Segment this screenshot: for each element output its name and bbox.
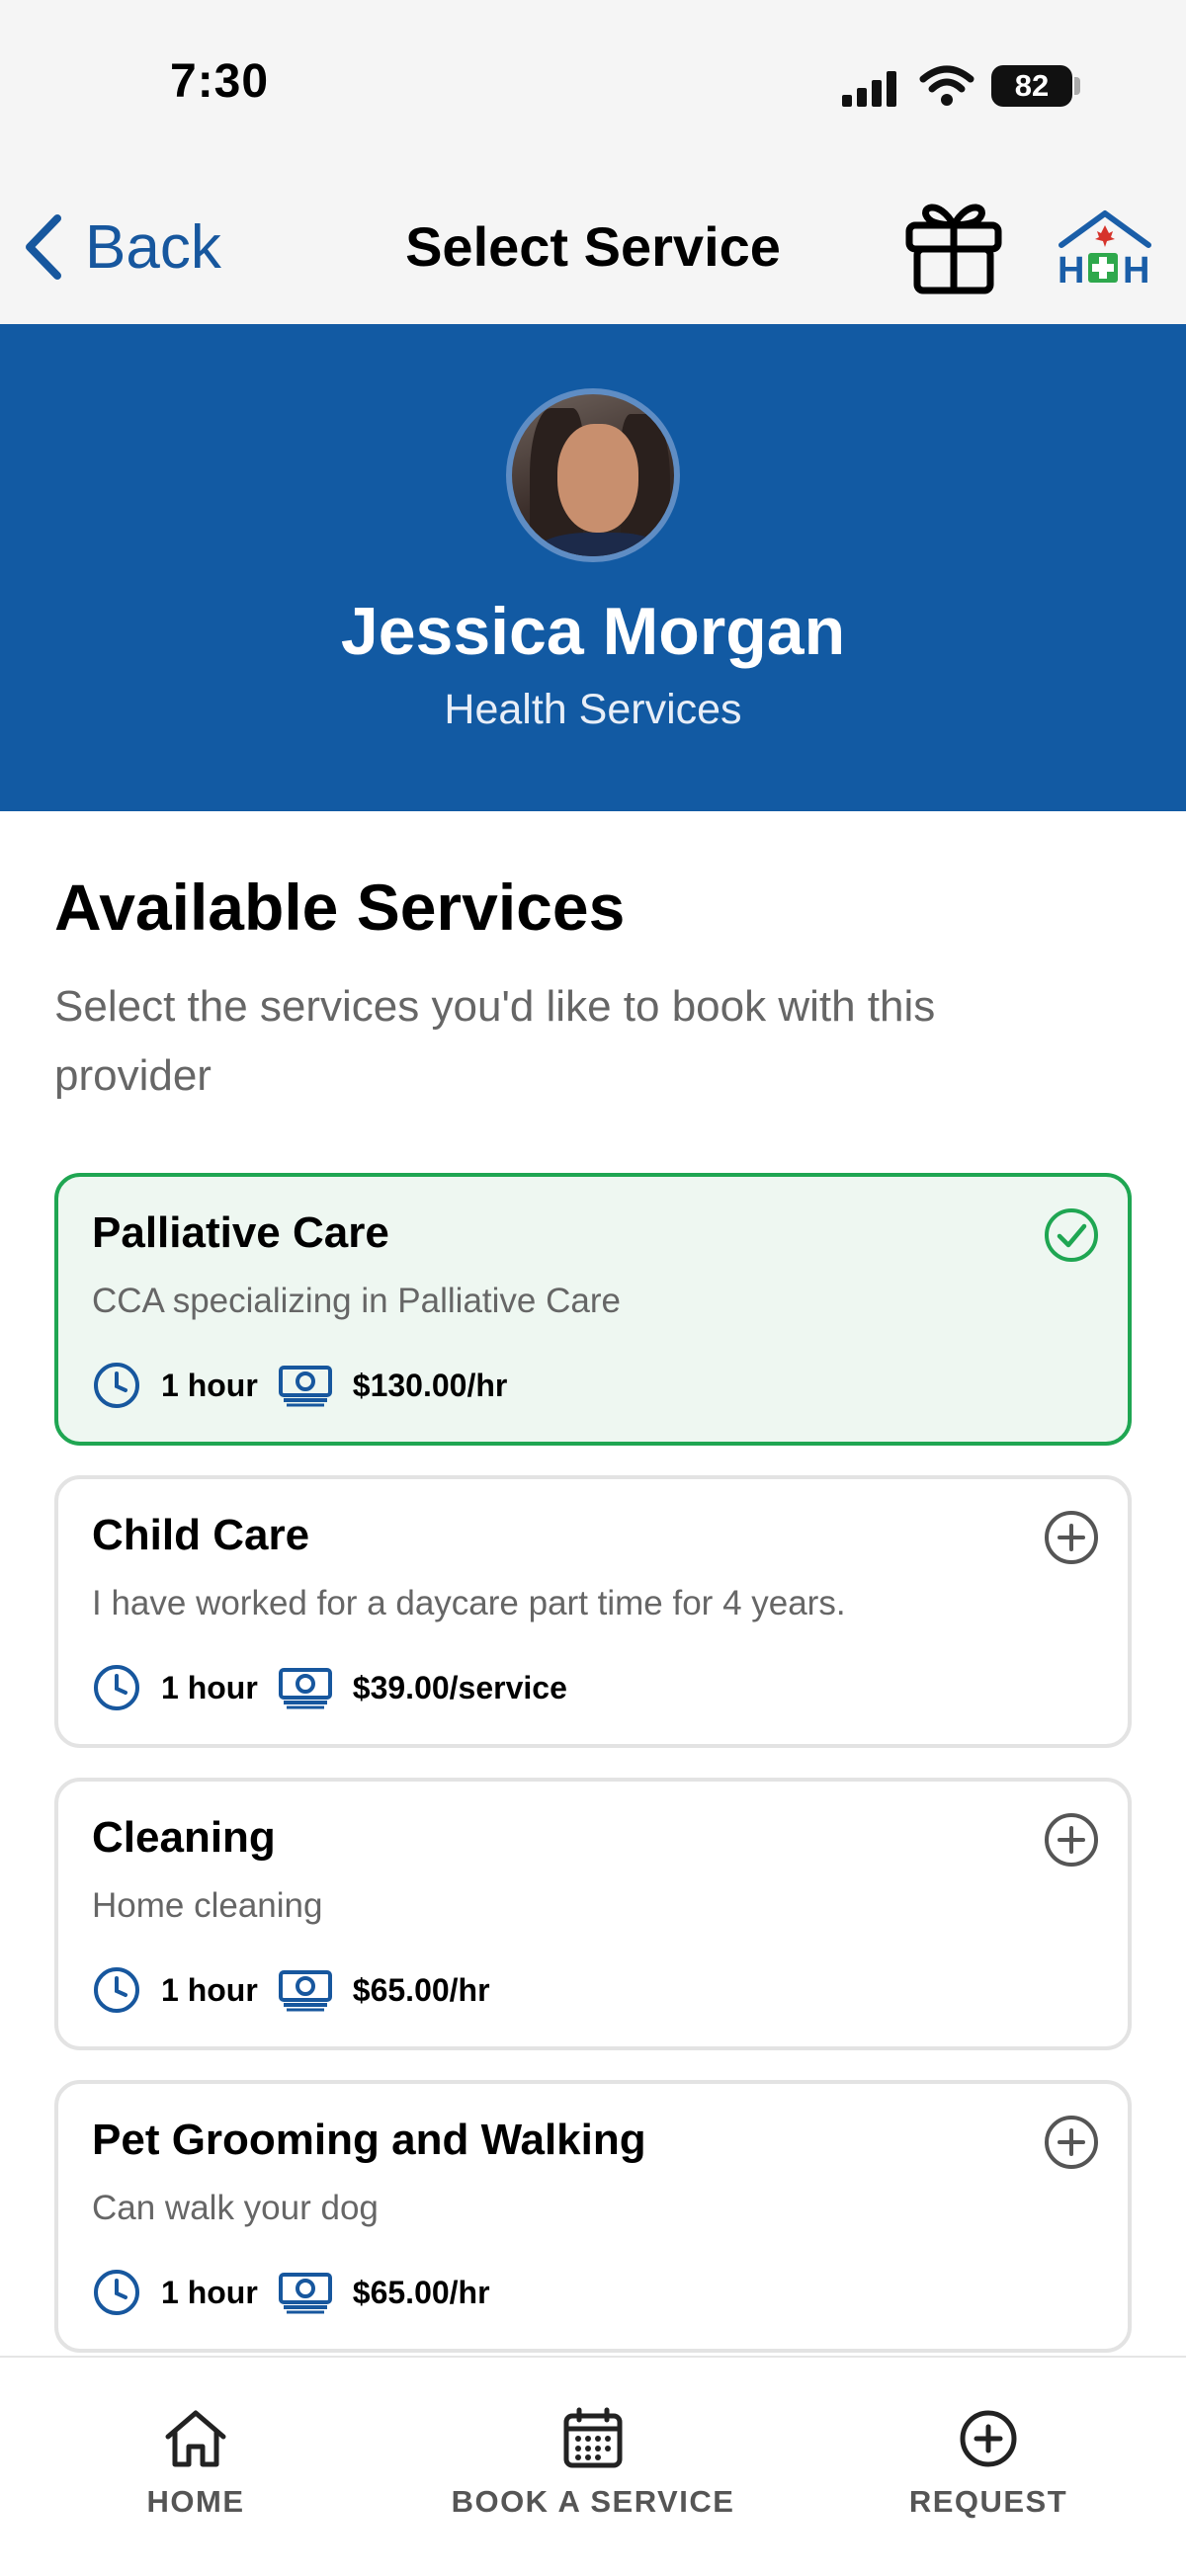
svg-text:H: H — [1123, 250, 1149, 287]
service-meta: 1 hour $65.00/hr — [92, 1963, 510, 2017]
clock-icon — [94, 1363, 139, 1408]
service-description: Can walk your dog — [92, 2189, 379, 2227]
battery-tip — [1074, 77, 1080, 95]
service-price: $130.00/hr — [352, 1367, 508, 1403]
clock-icon — [94, 1665, 139, 1710]
provider-category: Health Services — [444, 686, 742, 733]
page-title: Select Service — [405, 215, 781, 278]
money-icon — [278, 2273, 332, 2314]
tab-home[interactable]: HOME — [18, 2407, 374, 2520]
money-icon — [278, 1366, 332, 1407]
service-description: I have worked for a daycare part time fo… — [92, 1584, 846, 1622]
money-icon — [278, 1668, 332, 1709]
service-price: $65.00/hr — [352, 1971, 490, 2008]
service-meta: 1 hour $65.00/hr — [92, 2266, 510, 2319]
gift-button[interactable] — [899, 188, 1008, 296]
status-bar: 7:30 82 — [0, 0, 1186, 168]
provider-header: Jessica Morgan Health Services — [0, 324, 1186, 811]
service-card-cleaning[interactable]: Cleaning Home cleaning 1 hour $65.00/hr — [54, 1778, 1132, 2050]
home-health-logo: H H — [1058, 210, 1151, 291]
service-price: $39.00/service — [352, 1669, 567, 1705]
section-title: Available Services — [54, 871, 626, 944]
app-screen: 7:30 82 Back Select Service H H Jessica … — [0, 0, 1186, 2576]
service-title: Cleaning — [92, 1813, 276, 1862]
tab-label: HOME — [146, 2484, 245, 2519]
service-title: Child Care — [92, 1511, 310, 1559]
check-circle-icon[interactable] — [1043, 1206, 1100, 1264]
service-meta: 1 hour $130.00/hr — [92, 1359, 527, 1412]
service-duration: 1 hour — [161, 2274, 258, 2310]
back-button[interactable]: Back — [24, 208, 221, 287]
service-meta: 1 hour $39.00/service — [92, 1661, 587, 1714]
plus-circle-icon[interactable] — [1043, 2114, 1100, 2171]
app-logo: H H — [1056, 208, 1154, 291]
service-duration: 1 hour — [161, 1971, 258, 2008]
plus-circle-icon[interactable] — [1043, 1509, 1100, 1566]
money-icon — [278, 1970, 332, 2012]
tab-label: REQUEST — [908, 2484, 1068, 2519]
section-subtitle: Select the services you'd like to book w… — [54, 982, 936, 1100]
wifi-icon — [919, 65, 974, 106]
chevron-left-icon — [26, 214, 61, 280]
service-title: Palliative Care — [92, 1208, 389, 1257]
service-description: Home cleaning — [92, 1886, 323, 1925]
status-time: 7:30 — [170, 55, 270, 108]
gift-icon — [905, 204, 1002, 294]
plus-circle-icon — [960, 2410, 1017, 2467]
service-price: $65.00/hr — [352, 2274, 490, 2310]
service-description: CCA specializing in Palliative Care — [92, 1282, 621, 1320]
tab-book-a-service[interactable]: BOOK A SERVICE — [415, 2407, 771, 2520]
clock-icon — [94, 1967, 139, 2013]
calendar-icon — [563, 2407, 623, 2468]
tab-request[interactable]: REQUEST — [810, 2407, 1166, 2520]
bottom-tab-bar: HOME BOOK A SERVICE REQUEST — [0, 2356, 1186, 2576]
tab-label: BOOK A SERVICE — [451, 2484, 735, 2519]
service-card-pet-grooming[interactable]: Pet Grooming and Walking Can walk your d… — [54, 2080, 1132, 2353]
clock-icon — [94, 2270, 139, 2315]
service-duration: 1 hour — [161, 1367, 258, 1403]
service-card-child-care[interactable]: Child Care I have worked for a daycare p… — [54, 1475, 1132, 1748]
battery-indicator: 82 — [991, 65, 1072, 107]
home-icon — [165, 2410, 226, 2467]
nav-header: Back Select Service H H — [0, 168, 1186, 324]
cellular-signal-icon — [842, 71, 896, 107]
plus-circle-icon[interactable] — [1043, 1811, 1100, 1869]
service-card-palliative-care[interactable]: Palliative Care CCA specializing in Pall… — [54, 1173, 1132, 1446]
svg-text:H: H — [1058, 250, 1084, 287]
service-duration: 1 hour — [161, 1669, 258, 1705]
avatar — [506, 388, 680, 562]
service-title: Pet Grooming and Walking — [92, 2116, 646, 2164]
back-label: Back — [85, 212, 221, 282]
provider-name: Jessica Morgan — [340, 594, 846, 669]
